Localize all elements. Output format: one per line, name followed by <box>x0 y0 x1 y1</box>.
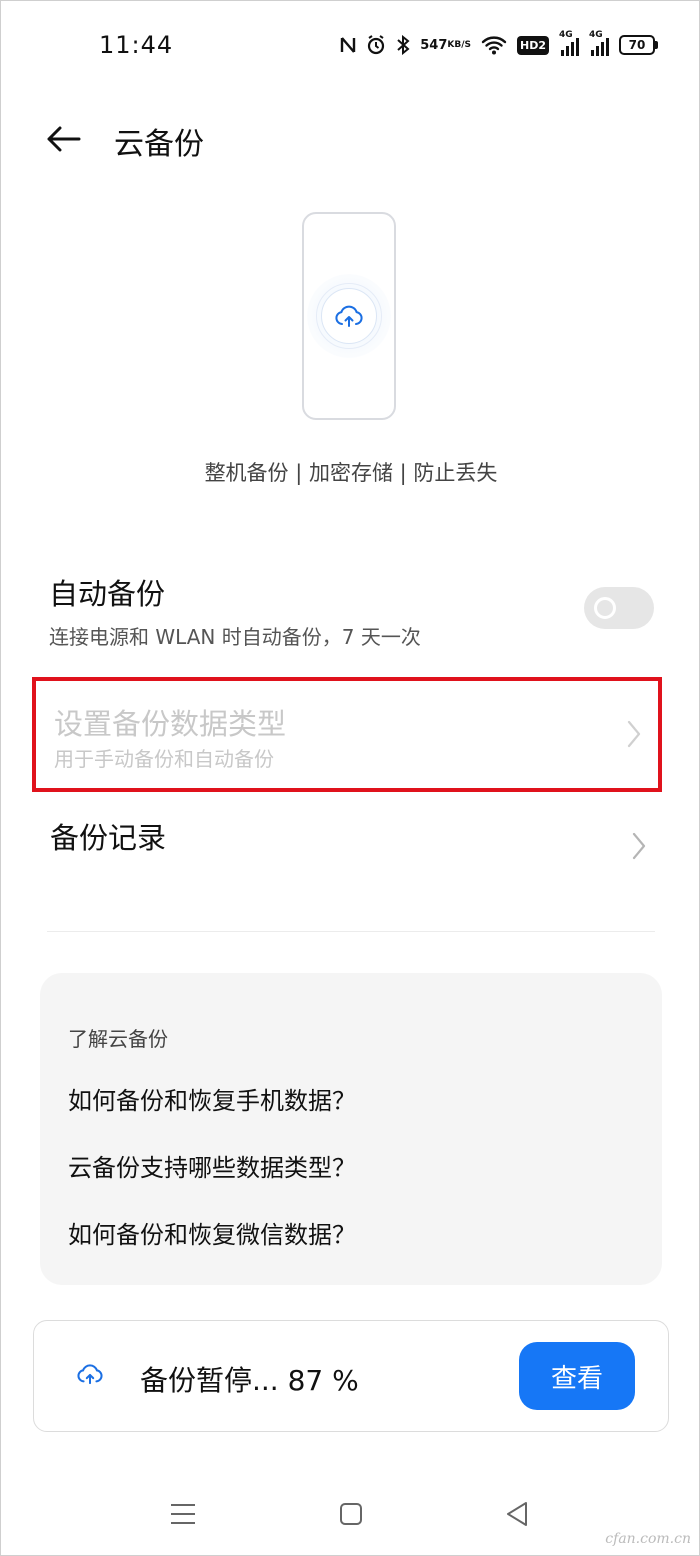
phone-illustration <box>302 212 396 420</box>
cloud-upload-icon <box>77 1364 103 1385</box>
sim1-network-type: 4G <box>559 30 573 40</box>
back-triangle-icon <box>507 1502 527 1526</box>
cloud-upload-icon <box>335 305 363 327</box>
battery-icon: 70 <box>619 35 658 55</box>
sim2-signal-icon: 4G <box>589 30 609 56</box>
backup-data-type-title: 设置备份数据类型 <box>54 707 287 741</box>
section-divider <box>47 931 655 932</box>
backup-record-row[interactable]: 备份记录 <box>33 809 661 889</box>
auto-backup-title: 自动备份 <box>49 577 166 611</box>
faq-link-restore-wechat[interactable]: 如何备份和恢复微信数据？ <box>68 1215 356 1250</box>
auto-backup-subtitle: 连接电源和 WLAN 时自动备份，7 天一次 <box>49 625 421 649</box>
nfc-icon <box>340 36 356 54</box>
home-square-icon <box>340 1503 362 1525</box>
menu-icon <box>171 1504 195 1524</box>
faq-link-restore-phone[interactable]: 如何备份和恢复手机数据？ <box>68 1081 356 1116</box>
backup-data-type-row[interactable]: 设置备份数据类型 用于手动备份和自动备份 <box>32 677 662 792</box>
nav-home-button[interactable] <box>331 1496 371 1532</box>
learn-heading: 了解云备份 <box>68 1027 168 1051</box>
bluetooth-icon <box>396 35 410 55</box>
page-title: 云备份 <box>114 127 204 162</box>
chevron-right-icon <box>632 832 646 860</box>
network-speed-value: 547 <box>420 37 448 53</box>
alarm-icon <box>366 35 386 55</box>
learn-cloud-backup-card: 了解云备份 如何备份和恢复手机数据？ 云备份支持哪些数据类型？ 如何备份和恢复微… <box>40 973 662 1285</box>
faq-link-data-types[interactable]: 云备份支持哪些数据类型？ <box>68 1148 356 1183</box>
sim1-signal-icon: 4G <box>559 30 579 56</box>
hd-voice-badge: HD2 <box>517 35 549 55</box>
backup-status-text: 备份暂停... 87 % <box>140 1364 359 1397</box>
hero-tagline: 整机备份 | 加密存储 | 防止丢失 <box>204 461 498 485</box>
nav-menu-button[interactable] <box>163 1496 203 1532</box>
chevron-right-icon <box>627 720 641 748</box>
backup-record-title: 备份记录 <box>50 821 167 855</box>
status-time: 11:44 <box>99 31 174 59</box>
backup-data-type-subtitle: 用于手动备份和自动备份 <box>54 747 274 771</box>
backup-status-card: 备份暂停... 87 % 查看 <box>33 1320 669 1432</box>
watermark: cfan.com.cn <box>605 1531 691 1547</box>
sim2-network-type: 4G <box>589 30 603 40</box>
nav-back-button[interactable] <box>497 1496 537 1532</box>
back-button[interactable] <box>43 119 83 159</box>
back-arrow-icon <box>47 126 81 152</box>
status-icons: 547 KB/S HD2 4G 4G 70 <box>340 30 658 59</box>
auto-backup-toggle[interactable] <box>584 587 654 629</box>
network-speed: 547 KB/S <box>420 37 471 53</box>
view-button[interactable]: 查看 <box>519 1342 635 1410</box>
network-speed-unit: KB/S <box>447 39 471 50</box>
toggle-knob <box>594 597 616 619</box>
wifi-icon <box>481 35 507 55</box>
